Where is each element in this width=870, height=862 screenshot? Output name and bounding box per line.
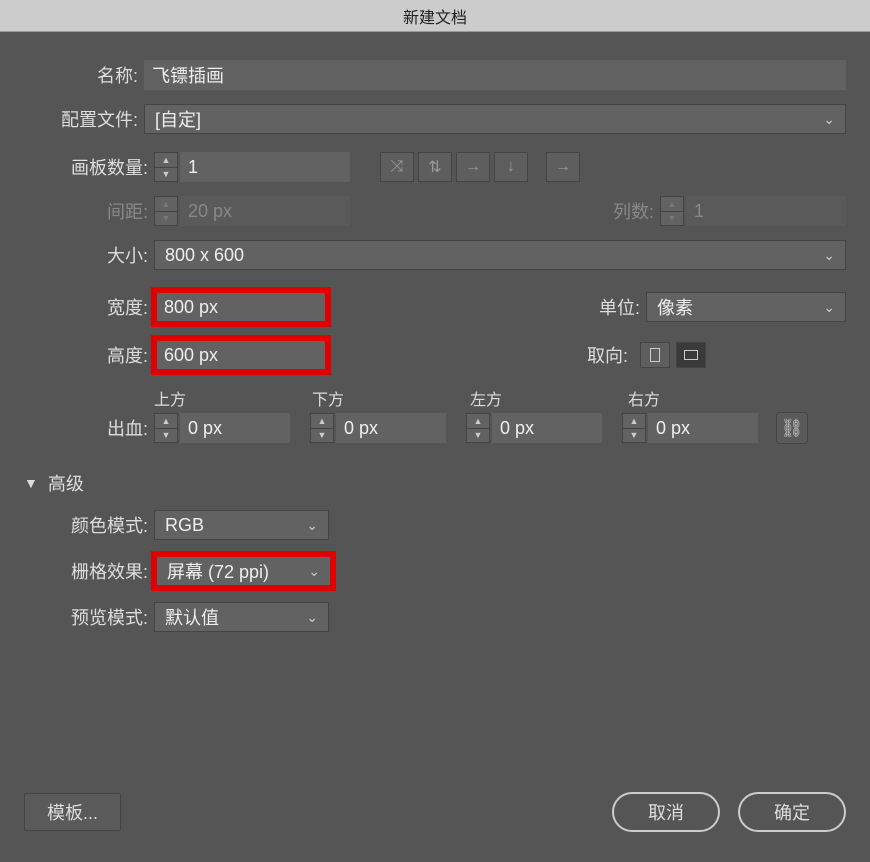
chevron-down-icon: ⌄ bbox=[308, 563, 320, 580]
name-input[interactable] bbox=[144, 60, 846, 90]
chevron-down-icon: ⌄ bbox=[306, 609, 318, 626]
bleed-right-stepper[interactable]: ▲▼ bbox=[622, 413, 646, 443]
arrange-more-icon[interactable]: → bbox=[546, 152, 580, 182]
raster-effects-label: 栅格效果: bbox=[24, 558, 154, 584]
spacing-stepper: ▲▼ bbox=[154, 196, 178, 226]
bleed-bottom-input[interactable] bbox=[336, 413, 446, 443]
columns-stepper: ▲▼ bbox=[660, 196, 684, 226]
bleed-bottom-label: 下方 bbox=[312, 386, 470, 410]
columns-label: 列数: bbox=[600, 198, 660, 224]
units-label: 单位: bbox=[586, 294, 646, 320]
preview-mode-label: 预览模式: bbox=[24, 604, 154, 630]
cancel-button[interactable]: 取消 bbox=[612, 792, 720, 832]
color-mode-label: 颜色模式: bbox=[24, 512, 154, 538]
width-label: 宽度: bbox=[24, 294, 154, 320]
height-label: 高度: bbox=[24, 342, 154, 368]
spacing-input bbox=[180, 196, 350, 226]
color-mode-value: RGB bbox=[165, 515, 204, 536]
units-value: 像素 bbox=[657, 294, 693, 320]
width-input[interactable] bbox=[156, 292, 326, 322]
raster-effects-value: 屏幕 (72 ppi) bbox=[167, 558, 269, 584]
arrange-grid-icon[interactable]: ⤨ bbox=[380, 152, 414, 182]
name-label: 名称: bbox=[24, 62, 144, 88]
profile-label: 配置文件: bbox=[24, 106, 144, 132]
ok-button[interactable]: 确定 bbox=[738, 792, 846, 832]
bleed-left-stepper[interactable]: ▲▼ bbox=[466, 413, 490, 443]
bleed-right-input[interactable] bbox=[648, 413, 758, 443]
templates-button[interactable]: 模板... bbox=[24, 793, 121, 831]
bleed-left-input[interactable] bbox=[492, 413, 602, 443]
chevron-down-icon: ⌄ bbox=[823, 111, 835, 128]
bleed-top-stepper[interactable]: ▲▼ bbox=[154, 413, 178, 443]
bleed-label: 出血: bbox=[24, 415, 154, 441]
raster-effects-select[interactable]: 屏幕 (72 ppi) ⌄ bbox=[156, 556, 331, 586]
orientation-portrait-button[interactable] bbox=[640, 342, 670, 368]
bleed-top-label: 上方 bbox=[154, 386, 312, 410]
preview-mode-select[interactable]: 默认值 ⌄ bbox=[154, 602, 329, 632]
orientation-label: 取向: bbox=[574, 342, 634, 368]
columns-input bbox=[686, 196, 846, 226]
chevron-down-icon: ⌄ bbox=[823, 247, 835, 264]
size-value: 800 x 600 bbox=[165, 245, 244, 266]
arrange-down-icon[interactable]: ↓ bbox=[494, 152, 528, 182]
link-icon: ⛓ bbox=[781, 418, 804, 439]
artboards-label: 画板数量: bbox=[24, 154, 154, 180]
size-select[interactable]: 800 x 600 ⌄ bbox=[154, 240, 846, 270]
portrait-icon bbox=[650, 348, 660, 362]
height-input[interactable] bbox=[156, 340, 326, 370]
profile-select[interactable]: [自定] ⌄ bbox=[144, 104, 846, 134]
link-values-button[interactable]: ⛓ bbox=[776, 412, 808, 444]
units-select[interactable]: 像素 ⌄ bbox=[646, 292, 846, 322]
color-mode-select[interactable]: RGB ⌄ bbox=[154, 510, 329, 540]
chevron-down-icon: ⌄ bbox=[306, 517, 318, 534]
bleed-top-input[interactable] bbox=[180, 413, 290, 443]
profile-value: [自定] bbox=[155, 106, 201, 132]
bleed-right-label: 右方 bbox=[628, 386, 786, 410]
disclosure-triangle-icon[interactable]: ▼ bbox=[24, 475, 38, 491]
artboards-input[interactable] bbox=[180, 152, 350, 182]
bleed-bottom-stepper[interactable]: ▲▼ bbox=[310, 413, 334, 443]
landscape-icon bbox=[684, 350, 698, 360]
spacing-label: 间距: bbox=[24, 198, 154, 224]
arrange-row-icon[interactable]: ⇅ bbox=[418, 152, 452, 182]
advanced-label: 高级 bbox=[48, 470, 84, 496]
bleed-left-label: 左方 bbox=[470, 386, 628, 410]
orientation-landscape-button[interactable] bbox=[676, 342, 706, 368]
preview-mode-value: 默认值 bbox=[165, 604, 219, 630]
titlebar: 新建文档 bbox=[0, 0, 870, 32]
size-label: 大小: bbox=[24, 242, 154, 268]
dialog-title: 新建文档 bbox=[403, 4, 467, 28]
chevron-down-icon: ⌄ bbox=[823, 299, 835, 316]
arrange-right-icon[interactable]: → bbox=[456, 152, 490, 182]
artboards-stepper[interactable]: ▲▼ bbox=[154, 152, 178, 182]
